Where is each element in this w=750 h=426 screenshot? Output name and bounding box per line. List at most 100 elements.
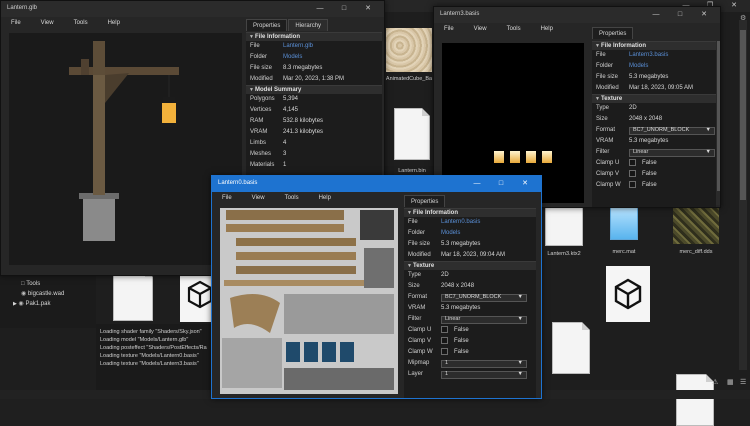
file-item-lantern3-ktx2[interactable]: Lantern3.ktx2 bbox=[540, 200, 588, 262]
menu-view[interactable]: View bbox=[464, 23, 497, 35]
prop-row-format: Format BC7_UNORM_BLOCK ▼ bbox=[404, 292, 536, 303]
select-value: BC7_UNORM_BLOCK bbox=[633, 127, 690, 133]
menu-tools[interactable]: Tools bbox=[64, 17, 98, 29]
prop-row-mipmap: Mipmap 1 ▼ bbox=[404, 358, 536, 369]
menu-file[interactable]: File bbox=[1, 17, 31, 29]
menu-help[interactable]: Help bbox=[309, 192, 341, 204]
clamp-u-checkbox[interactable] bbox=[441, 325, 448, 333]
chevron-down-icon: ▼ bbox=[517, 360, 523, 366]
prop-label: Format bbox=[596, 127, 616, 133]
section-file-information[interactable]: ▼File Information bbox=[246, 32, 382, 41]
filter-select[interactable]: Linear ▼ bbox=[441, 315, 527, 324]
prop-row-vram: VRAM 5.3 megabytes bbox=[404, 303, 536, 314]
file-grid-scrollbar[interactable] bbox=[739, 20, 747, 370]
prop-label: Folder bbox=[250, 54, 268, 60]
clamp-w-checkbox[interactable] bbox=[441, 347, 448, 355]
select-value: Linear bbox=[445, 316, 461, 322]
close-icon[interactable]: ✕ bbox=[722, 1, 746, 11]
menu-view[interactable]: View bbox=[31, 17, 64, 29]
file-link[interactable]: Lantern0.basis bbox=[441, 217, 536, 228]
prop-label: Modified bbox=[596, 85, 619, 91]
section-title: Texture bbox=[601, 96, 623, 102]
format-select[interactable]: BC7_UNORM_BLOCK ▼ bbox=[629, 126, 715, 135]
prop-value: 4,145 bbox=[283, 107, 299, 113]
section-texture[interactable]: ▼Texture bbox=[404, 261, 536, 270]
prop-row-format: Format BC7_UNORM_BLOCK ▼ bbox=[592, 125, 716, 136]
layer-select[interactable]: 1 ▼ bbox=[441, 370, 527, 379]
tree-item-pak1[interactable]: ▶ ◉ Pak1.pak bbox=[13, 299, 64, 309]
filter-select[interactable]: Linear ▼ bbox=[629, 148, 715, 157]
chevron-right-icon[interactable]: ▶ bbox=[13, 301, 17, 307]
section-file-information[interactable]: ▼File Information bbox=[592, 41, 716, 50]
file-item-lantern-bin[interactable]: Lantern.bin bbox=[388, 108, 436, 178]
file-link[interactable]: Lantern.glb bbox=[283, 41, 382, 52]
prop-value: 4 bbox=[283, 140, 287, 146]
prop-value: 2048 x 2048 bbox=[441, 283, 475, 289]
clamp-w-checkbox[interactable] bbox=[629, 180, 636, 188]
menu-file[interactable]: File bbox=[212, 192, 242, 204]
format-select[interactable]: BC7_UNORM_BLOCK ▼ bbox=[441, 293, 527, 302]
clamp-v-checkbox[interactable] bbox=[629, 169, 636, 177]
warning-icon[interactable]: ⚠ bbox=[712, 378, 718, 386]
prop-label: Materials bbox=[250, 162, 275, 168]
prop-row-vram: VRAM 241.3 kilobytes bbox=[246, 127, 382, 138]
menu-tools[interactable]: Tools bbox=[497, 23, 531, 35]
maximize-icon[interactable]: □ bbox=[668, 10, 692, 20]
clamp-u-checkbox[interactable] bbox=[629, 158, 636, 166]
prop-row-clamp-u: Clamp U False bbox=[592, 158, 716, 169]
minimize-icon[interactable]: — bbox=[308, 4, 332, 14]
prop-row-materials: Materials 1 bbox=[246, 160, 382, 171]
close-icon[interactable]: ✕ bbox=[513, 179, 537, 189]
minimize-icon[interactable]: — bbox=[465, 179, 489, 189]
clamp-v-checkbox[interactable] bbox=[441, 336, 448, 344]
section-texture[interactable]: ▼Texture bbox=[592, 94, 716, 103]
file-thumb-doc[interactable] bbox=[676, 374, 714, 426]
folder-link[interactable]: Models bbox=[629, 61, 716, 72]
file-item-animated-cube[interactable]: AnimatedCube_Ba bbox=[384, 28, 434, 96]
log-line: Loading texture "Models/Lantern3.basis" bbox=[100, 361, 199, 367]
file-thumb-model[interactable] bbox=[606, 266, 650, 322]
prop-label: RAM bbox=[250, 118, 264, 124]
prop-row-clamp-u: Clamp U False bbox=[404, 325, 536, 336]
menu-tools[interactable]: Tools bbox=[275, 192, 309, 204]
tab-properties[interactable]: Properties bbox=[246, 19, 288, 31]
file-thumb-doc[interactable] bbox=[113, 269, 153, 321]
prop-row-type: Type 2D bbox=[592, 103, 716, 114]
model-viewport[interactable] bbox=[9, 33, 242, 265]
grid-view-icon[interactable]: ▦ bbox=[727, 378, 734, 386]
file-thumb-doc[interactable] bbox=[552, 322, 590, 374]
list-view-icon[interactable]: ☰ bbox=[740, 378, 746, 386]
tab-properties[interactable]: Properties bbox=[592, 27, 634, 39]
close-icon[interactable]: ✕ bbox=[692, 10, 716, 20]
prop-value: 2D bbox=[441, 272, 449, 278]
menu-help[interactable]: Help bbox=[531, 23, 563, 35]
maximize-icon[interactable]: □ bbox=[489, 179, 513, 189]
properties-scrollbar[interactable] bbox=[716, 41, 720, 205]
chevron-down-icon: ▼ bbox=[705, 149, 711, 155]
prop-value: 1 bbox=[283, 162, 287, 168]
texture-preview[interactable] bbox=[220, 208, 398, 394]
prop-label: Format bbox=[408, 294, 428, 300]
prop-row-size: Size 2048 x 2048 bbox=[592, 114, 716, 125]
menu-view[interactable]: View bbox=[242, 192, 275, 204]
prop-row-vram: VRAM 5.3 megabytes bbox=[592, 136, 716, 147]
section-file-information[interactable]: ▼File Information bbox=[404, 208, 536, 217]
tab-hierarchy[interactable]: Hierarchy bbox=[288, 19, 329, 31]
menu-file[interactable]: File bbox=[434, 23, 464, 35]
menu-help[interactable]: Help bbox=[98, 17, 130, 29]
folder-link[interactable]: Models bbox=[441, 228, 536, 239]
folder-link[interactable]: Models bbox=[283, 52, 382, 63]
prop-row-clamp-v: Clamp V False bbox=[404, 336, 536, 347]
maximize-icon[interactable]: □ bbox=[332, 4, 356, 14]
file-link[interactable]: Lantern3.basis bbox=[629, 50, 716, 61]
tree-item-bigcastle[interactable]: ◉ bigcastle.wad bbox=[21, 289, 64, 299]
minimize-icon[interactable]: — bbox=[644, 10, 668, 20]
section-model-summary[interactable]: ▼Model Summary bbox=[246, 85, 382, 94]
sand-texture-thumb bbox=[386, 28, 432, 72]
prop-row-modified: Modified Mar 18, 2023, 09:04 AM bbox=[404, 250, 536, 261]
mipmap-select[interactable]: 1 ▼ bbox=[441, 359, 527, 368]
checkbox-label: False bbox=[642, 182, 657, 188]
close-icon[interactable]: ✕ bbox=[356, 4, 380, 14]
tab-properties[interactable]: Properties bbox=[404, 195, 446, 207]
tree-item-tools[interactable]: □ Tools bbox=[21, 279, 64, 289]
